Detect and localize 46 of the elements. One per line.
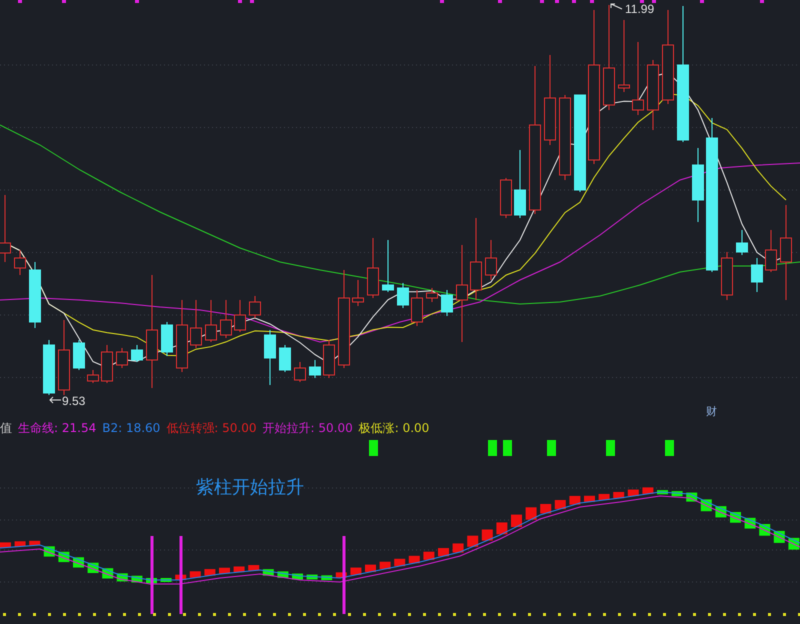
candlestick	[29, 262, 41, 328]
candlestick	[205, 300, 217, 342]
candlestick	[101, 344, 113, 384]
candlestick	[352, 280, 364, 306]
leader-line	[610, 4, 622, 10]
candlestick	[367, 238, 379, 298]
candlestick	[500, 178, 512, 218]
candlestick	[514, 150, 526, 218]
candlestick	[397, 282, 409, 308]
leader-line	[49, 396, 62, 404]
legend-item: B2: 18.60	[102, 421, 160, 435]
legend-item: 开始拉升: 50.00	[262, 420, 353, 436]
candlestick	[161, 322, 173, 356]
event-marker-label: 财	[706, 405, 717, 418]
candlestick	[73, 340, 85, 370]
candlestick	[249, 296, 261, 318]
candlestick	[647, 60, 659, 130]
candlestick	[294, 362, 306, 382]
candlestick	[736, 230, 748, 256]
high-price-label: 11.99	[625, 2, 654, 16]
candlestick	[721, 252, 733, 300]
candlestick	[190, 300, 202, 348]
candlestick	[220, 300, 232, 338]
candlestick	[279, 344, 291, 372]
low-price-label: 9.53	[62, 394, 86, 408]
candlestick	[765, 230, 777, 272]
candlestick	[131, 344, 143, 362]
legend-item: 极低涨: 0.00	[358, 420, 430, 436]
candlestick	[264, 330, 276, 386]
candlestick	[751, 258, 763, 292]
candlestick	[309, 360, 321, 378]
candlestick	[411, 290, 423, 326]
candlestick	[323, 340, 335, 378]
candlestick	[382, 240, 394, 292]
legend-item: 低位转强: 50.00	[166, 420, 257, 436]
legend-item: 生命线: 21.54	[18, 420, 96, 436]
candlestick	[14, 250, 26, 276]
candlestick	[234, 300, 246, 332]
candlestick	[43, 340, 55, 396]
candlestick	[441, 290, 453, 316]
candlestick	[426, 288, 438, 302]
annotation-text: 紫柱开始拉升	[196, 477, 304, 498]
legend-item: 值	[0, 420, 12, 436]
candlestick	[116, 348, 128, 368]
candlestick	[87, 370, 99, 384]
candlestick	[485, 240, 497, 280]
